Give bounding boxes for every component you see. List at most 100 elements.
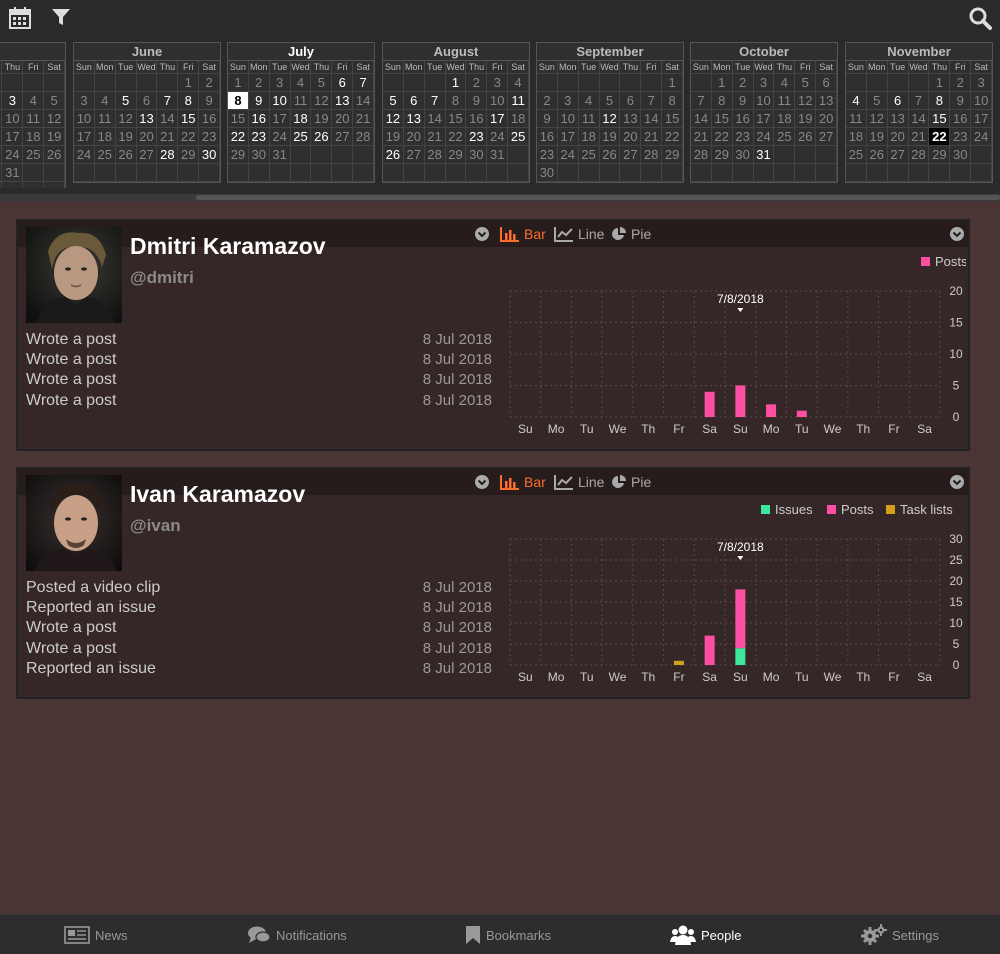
calendar-day[interactable]: 14	[157, 110, 179, 128]
calendar-day[interactable]: 13	[620, 110, 642, 128]
calendar-day[interactable]: 9	[732, 92, 754, 110]
calendar-month-title[interactable]: September	[537, 43, 683, 61]
calendar-day[interactable]: 11	[508, 92, 530, 110]
calendar-day[interactable]: 25	[290, 128, 312, 146]
calendar-day[interactable]: 11	[23, 110, 45, 128]
calendar-day[interactable]: 15	[178, 110, 200, 128]
nav-news[interactable]: News	[64, 915, 128, 954]
calendar-day[interactable]: 26	[311, 128, 333, 146]
calendar-day[interactable]: 12	[383, 110, 404, 128]
calendar-day[interactable]: 26	[44, 146, 66, 164]
calendar-day[interactable]: 5	[383, 92, 404, 110]
calendar-day[interactable]: 11	[846, 110, 867, 128]
calendar-day[interactable]: 27	[620, 146, 642, 164]
calendar-day[interactable]: 14	[424, 110, 446, 128]
calendar-day[interactable]: 3	[2, 92, 24, 110]
calendar-day[interactable]: 21	[691, 128, 712, 146]
calendar-day[interactable]: 21	[641, 128, 663, 146]
calendar-day[interactable]: 16	[537, 128, 558, 146]
calendar-month-title[interactable]: July	[228, 43, 374, 61]
calendar-day[interactable]: 26	[866, 146, 888, 164]
calendar-day[interactable]: 1	[929, 74, 951, 92]
calendar-day[interactable]: 28	[157, 146, 179, 164]
calendar-day[interactable]: 10	[487, 92, 509, 110]
calendar-day[interactable]: 16	[732, 110, 754, 128]
calendar-day[interactable]: 7	[353, 74, 375, 92]
calendar-day[interactable]: 20	[887, 128, 909, 146]
calendar-day[interactable]: 24	[971, 128, 993, 146]
calendar-day[interactable]: 31	[753, 146, 775, 164]
calendar-day[interactable]: 28	[353, 128, 375, 146]
calendar-day[interactable]: 27	[403, 146, 425, 164]
bar-posts[interactable]	[796, 410, 807, 417]
calendar-day[interactable]: 23	[466, 128, 488, 146]
calendar-day[interactable]: 19	[795, 110, 817, 128]
calendar-day[interactable]: 16	[466, 110, 488, 128]
calendar-day[interactable]: 23	[199, 128, 221, 146]
calendar-day[interactable]: 12	[311, 92, 333, 110]
calendar-day[interactable]: 26	[115, 146, 137, 164]
chevron-down-icon[interactable]	[474, 473, 494, 491]
calendar-day[interactable]: 18	[290, 110, 312, 128]
calendar-day[interactable]: 17	[74, 128, 95, 146]
calendar-day[interactable]: 28	[641, 146, 663, 164]
calendar-day[interactable]: 3	[753, 74, 775, 92]
calendar-day[interactable]: 29	[711, 146, 733, 164]
calendar-day[interactable]: 22	[711, 128, 733, 146]
calendar-day[interactable]: 29	[445, 146, 467, 164]
calendar-day[interactable]: 18	[578, 128, 600, 146]
calendar-day[interactable]: 10	[753, 92, 775, 110]
calendar-day[interactable]: 25	[23, 146, 45, 164]
calendar-day[interactable]: 24	[269, 128, 291, 146]
calendar-day[interactable]: 3	[557, 92, 579, 110]
calendar-day[interactable]: 9	[466, 92, 488, 110]
calendar-day[interactable]: 26	[795, 128, 817, 146]
calendar-day[interactable]: 10	[2, 110, 24, 128]
bar-posts[interactable]	[704, 635, 715, 665]
calendar-day[interactable]: 3	[269, 74, 291, 92]
person-handle[interactable]: @ivan	[130, 516, 181, 536]
nav-bookmarks[interactable]: Bookmarks	[465, 915, 551, 954]
calendar-day[interactable]: 20	[136, 128, 158, 146]
calendar-day[interactable]: 1	[711, 74, 733, 92]
calendar-day[interactable]: 15	[711, 110, 733, 128]
calendar-day[interactable]: 31	[269, 146, 291, 164]
bar-posts[interactable]	[766, 404, 777, 417]
person-name[interactable]: Ivan Karamazov	[130, 481, 305, 508]
calendar-day[interactable]: 10	[971, 92, 993, 110]
search-icon[interactable]	[968, 6, 994, 32]
calendar-day[interactable]: 29	[929, 146, 951, 164]
chart-type-pie-button[interactable]: Pie	[611, 473, 651, 491]
calendar-day[interactable]: 12	[866, 110, 888, 128]
calendar-day[interactable]: 18	[23, 128, 45, 146]
avatar[interactable]	[26, 227, 122, 323]
calendar-month-title[interactable]: June	[74, 43, 220, 61]
calendar-day[interactable]: 2	[199, 74, 221, 92]
calendar-day[interactable]: 10	[557, 110, 579, 128]
calendar-day[interactable]: 16	[950, 110, 972, 128]
calendar-day[interactable]: 19	[866, 128, 888, 146]
filter-icon[interactable]	[50, 6, 76, 32]
calendar-day[interactable]: 21	[424, 128, 446, 146]
calendar-day[interactable]: 21	[157, 128, 179, 146]
calendar-day[interactable]: 26	[599, 146, 621, 164]
chart-type-line-button[interactable]: Line	[554, 225, 604, 243]
calendar-day[interactable]: 6	[332, 74, 354, 92]
nav-people[interactable]: People	[670, 915, 741, 954]
calendar-day[interactable]: 30	[950, 146, 972, 164]
calendar-day[interactable]: 14	[353, 92, 375, 110]
calendar-day[interactable]: 4	[578, 92, 600, 110]
calendar-day[interactable]: 12	[115, 110, 137, 128]
calendar-scrollbar[interactable]	[0, 194, 1000, 202]
calendar-day[interactable]: 22	[178, 128, 200, 146]
calendar-day[interactable]: 5	[115, 92, 137, 110]
calendar-day[interactable]: 4	[94, 92, 116, 110]
calendar-day[interactable]: 13	[136, 110, 158, 128]
activity-item[interactable]: Wrote a post 8 Jul 2018	[26, 331, 492, 351]
chart-type-pie-button[interactable]: Pie	[611, 225, 651, 243]
calendar-day[interactable]: 28	[691, 146, 712, 164]
calendar-day[interactable]: 2	[248, 74, 270, 92]
calendar-day[interactable]: 9	[950, 92, 972, 110]
legend-label[interactable]: Posts	[935, 254, 968, 269]
calendar-day[interactable]: 27	[887, 146, 909, 164]
